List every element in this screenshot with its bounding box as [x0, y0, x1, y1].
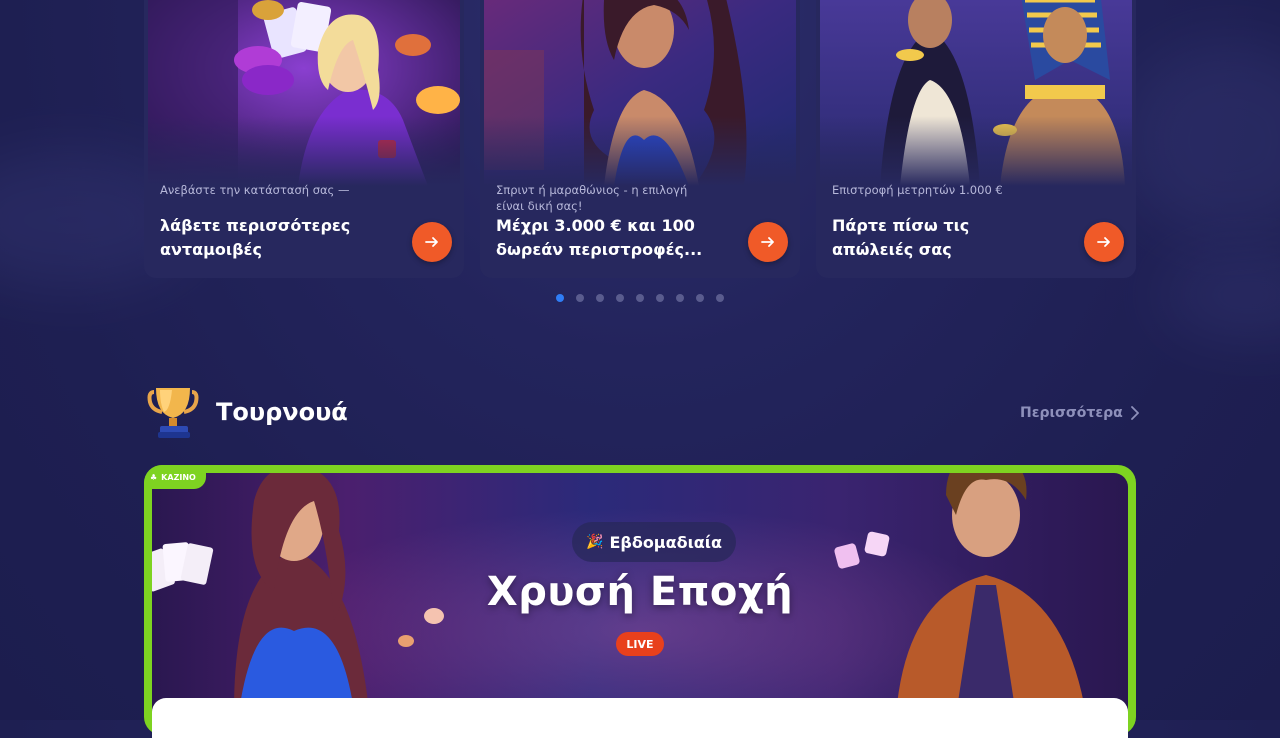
weekly-pill-label: Εβδομαδιαία [609, 532, 723, 552]
casino-tag: ♣ KAZINO [144, 465, 206, 489]
carousel-dot[interactable] [616, 294, 624, 302]
club-icon: ♣ [150, 472, 158, 482]
carousel-dot[interactable] [696, 294, 704, 302]
chevron-right-icon [1130, 406, 1139, 420]
live-badge: LIVE [616, 632, 664, 656]
more-link-label: Περισσότερα [1020, 405, 1123, 421]
promo-arrow-button[interactable] [748, 222, 788, 262]
more-tournaments-link[interactable]: Περισσότερα [1020, 405, 1139, 421]
promotions-carousel: Ανεβάστε την κατάστασή σας — λάβετε περι… [144, 0, 1136, 278]
carousel-dot[interactable] [716, 294, 724, 302]
party-popper-icon: 🎉 [586, 534, 604, 550]
promo-card[interactable]: Ανεβάστε την κατάστασή σας — λάβετε περι… [144, 0, 464, 278]
promo-arrow-button[interactable] [1084, 222, 1124, 262]
tournament-title: Χρυσή Εποχή [486, 569, 794, 615]
carousel-dot[interactable] [676, 294, 684, 302]
arrow-right-icon [761, 237, 774, 247]
casino-tag-label: KAZINO [161, 472, 196, 482]
carousel-pagination [556, 294, 724, 302]
background-cloud [1120, 40, 1280, 240]
promo-title: λάβετε περισσότερες ανταμοιβές [160, 216, 351, 259]
carousel-dot[interactable] [596, 294, 604, 302]
promo-card[interactable]: Επιστροφή μετρητών 1.000 € Πάρτε πίσω τι… [816, 0, 1136, 278]
carousel-dot[interactable] [556, 294, 564, 302]
promo-title: Μέχρι 3.000 € και 100 δωρεάν περιστροφές… [496, 216, 703, 259]
tournament-banner-art: 🎉 Εβδομαδιαία Χρυσή Εποχή LIVE [152, 473, 1128, 735]
arrow-right-icon [425, 237, 438, 247]
promo-title: Πάρτε πίσω τις απώλειές σας [832, 216, 970, 259]
promo-subtitle: Επιστροφή μετρητών 1.000 € [832, 183, 1003, 197]
tournament-info-panel [152, 698, 1128, 738]
promo-subtitle: Ανεβάστε την κατάστασή σας — [160, 183, 350, 197]
promo-arrow-button[interactable] [412, 222, 452, 262]
section-title-tournaments: Τουρνουά [216, 398, 348, 426]
egyptian-pharaoh-art [820, 0, 1132, 186]
carousel-dot[interactable] [636, 294, 644, 302]
casino-girl-chips-art [148, 0, 460, 186]
weekly-pill: 🎉 Εβδομαδιαία [572, 522, 737, 562]
carousel-dot[interactable] [656, 294, 664, 302]
woman-blue-dress-art [484, 0, 796, 186]
background-cloud [1160, 250, 1280, 340]
arrow-right-icon [1097, 237, 1110, 247]
promo-card[interactable]: Σπριντ ή μαραθώνιος - η επιλογή είναι δι… [480, 0, 800, 278]
tournament-banner[interactable]: ♣ KAZINO 🎉 Εβδομαδιαία Χρυσή Εποχή LIVE [144, 465, 1136, 735]
carousel-dot[interactable] [576, 294, 584, 302]
trophy-icon [146, 384, 200, 440]
promo-subtitle: Σπριντ ή μαραθώνιος - η επιλογή είναι δι… [496, 183, 688, 213]
